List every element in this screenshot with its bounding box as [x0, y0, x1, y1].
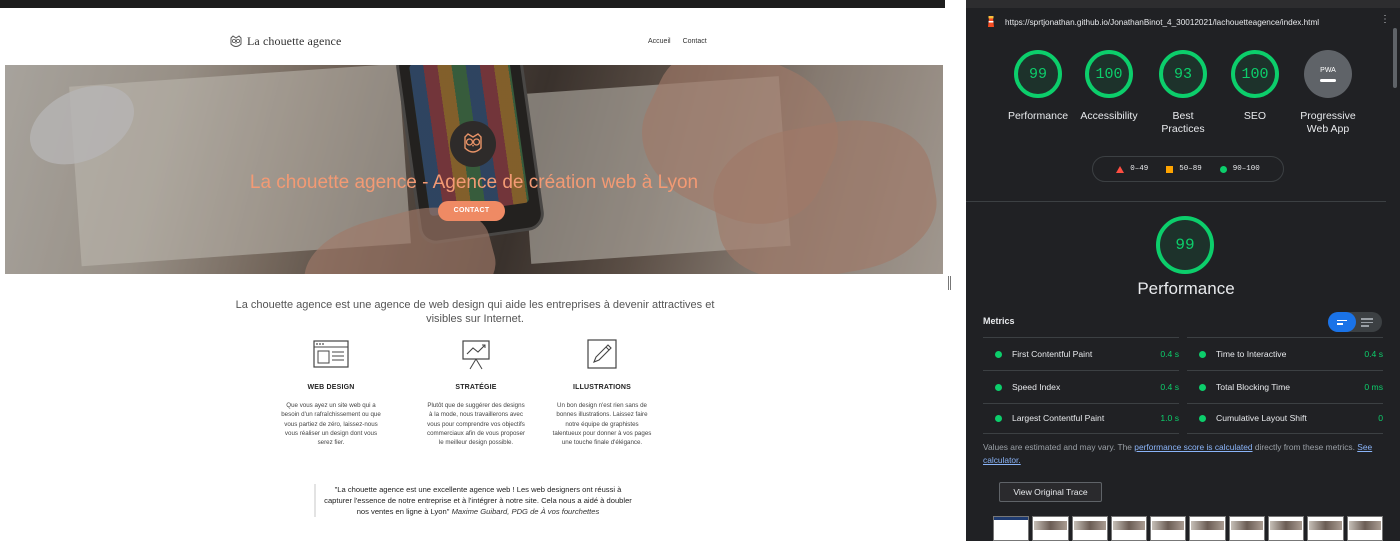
resize-handle[interactable]: [948, 276, 951, 290]
testimonial-author: Maxime Guibard, PDG de À vos fourchettes: [451, 507, 600, 516]
list-view-icon[interactable]: [1328, 312, 1356, 332]
pass-circle-icon: [1199, 350, 1206, 358]
nav-contact-link[interactable]: Contact: [683, 38, 707, 45]
hero-title: La chouette agence - Agence de création …: [249, 172, 699, 193]
owl-icon: [464, 133, 482, 153]
legend-fail: 0–49: [1116, 165, 1148, 173]
metric-separator: [983, 337, 1179, 338]
pass-circle-icon: [995, 414, 1002, 422]
score-ring: 99: [1014, 50, 1062, 98]
metric-separator: [983, 433, 1179, 434]
testimonial: "La chouette agence est une excellente a…: [314, 484, 634, 517]
metric-separator: [1187, 433, 1383, 434]
lighthouse-panel: https://sprtjonathan.github.io/JonathanB…: [966, 0, 1400, 541]
filmstrip-frame: [1346, 516, 1383, 541]
metric-lcp: Largest Contentful Paint 1.0 s: [983, 405, 1179, 431]
panel-resize-divider[interactable]: [945, 0, 966, 541]
filmstrip-frame: [1071, 516, 1108, 541]
filmstrip-frame: [1150, 516, 1187, 541]
filmstrip-frame: [1307, 516, 1344, 541]
section-divider: [966, 201, 1386, 202]
pwa-dash-icon: [1320, 78, 1336, 82]
hero-owl-badge: [450, 121, 496, 167]
metric-separator: [1187, 370, 1383, 371]
pass-circle-icon: [1219, 165, 1227, 173]
service-strategy: STRATÉGIE Plutôt que de suggérer des des…: [426, 338, 526, 447]
report-url[interactable]: https://sprtjonathan.github.io/JonathanB…: [1005, 18, 1319, 27]
service-description: Que vous ayez un site web qui a besoin d…: [281, 402, 381, 447]
score-ring: 93: [1159, 50, 1207, 98]
screenshot-filmstrip: [993, 516, 1383, 541]
gauge-label: Progressive Web App: [1300, 110, 1356, 135]
pass-circle-icon: [995, 383, 1002, 391]
average-square-icon: [1166, 165, 1174, 173]
gauge-label: Best Practices: [1161, 110, 1205, 135]
metric-fcp: First Contentful Paint 0.4 s: [983, 341, 1179, 367]
metrics-view-toggle[interactable]: [1328, 312, 1382, 332]
browser-top-strip: [0, 0, 945, 8]
metric-cls: Cumulative Layout Shift 0: [1187, 405, 1383, 431]
strategy-icon: [462, 340, 490, 370]
pass-circle-icon: [1199, 383, 1206, 391]
illustration-icon: [587, 339, 617, 369]
metric-tti: Time to Interactive 0.4 s: [1187, 341, 1383, 367]
score-scale-legend: 0–49 50–89 90–100: [1092, 156, 1284, 182]
detail-view-icon[interactable]: [1361, 318, 1373, 327]
lighthouse-top-strip: [966, 0, 1400, 8]
metrics-heading: Metrics: [983, 316, 1015, 326]
filmstrip-frame: [1268, 516, 1305, 541]
performance-score-gauge: 99: [1156, 216, 1214, 274]
metric-speed-index: Speed Index 0.4 s: [983, 374, 1179, 400]
hero-banner: La chouette agence - Agence de création …: [5, 65, 943, 274]
metric-separator: [983, 370, 1179, 371]
score-ring: 100: [1085, 50, 1133, 98]
logo-text: La chouette agence: [247, 34, 342, 48]
main-nav: Accueil Contact: [648, 38, 707, 45]
web-design-icon: [313, 340, 349, 368]
metric-tbt: Total Blocking Time 0 ms: [1187, 374, 1383, 400]
report-url-bar: https://sprtjonathan.github.io/JonathanB…: [986, 12, 1319, 32]
metric-separator: [983, 403, 1179, 404]
score-ring: 100: [1231, 50, 1279, 98]
legend-pass: 90–100: [1219, 165, 1260, 173]
filmstrip-frame: [993, 516, 1030, 541]
filmstrip-frame: [1189, 516, 1226, 541]
service-title: ILLUSTRATIONS: [572, 384, 632, 391]
service-description: Plutôt que de suggérer des designs à la …: [426, 402, 525, 447]
services-section: WEB DESIGN Que vous ayez un site web qui…: [281, 338, 671, 478]
website-viewport: La chouette agence Accueil Contact La ch…: [5, 8, 943, 541]
pwa-badge: PWA: [1304, 50, 1352, 98]
fail-triangle-icon: [1116, 165, 1125, 173]
more-vertical-icon[interactable]: ⋮: [1380, 14, 1390, 25]
metrics-disclaimer: Values are estimated and may vary. The p…: [983, 442, 1373, 465]
gauge-pwa[interactable]: PWA Progressive Web App: [1284, 50, 1372, 136]
metric-separator: [1187, 403, 1383, 404]
service-description: Un bon design n'est rien sans de bonnes …: [552, 402, 652, 447]
service-title: STRATÉGIE: [455, 384, 497, 391]
nav-home-link[interactable]: Accueil: [648, 38, 671, 45]
intro-text: La chouette agence est une agence de web…: [235, 299, 715, 325]
scrollbar[interactable]: [1393, 28, 1397, 88]
filmstrip-frame: [1228, 516, 1266, 541]
service-web-design: WEB DESIGN Que vous ayez un site web qui…: [281, 338, 381, 447]
site-logo[interactable]: La chouette agence: [229, 34, 341, 49]
metric-separator: [1187, 337, 1383, 338]
category-gauges: 99 Performance 100 Accessibility 93 Best…: [966, 50, 1386, 140]
view-original-trace-button[interactable]: View Original Trace: [999, 482, 1102, 502]
service-title: WEB DESIGN: [307, 384, 355, 391]
score-calculation-link[interactable]: performance score is calculated: [1134, 442, 1252, 452]
filmstrip-frame: [1032, 516, 1069, 541]
pass-circle-icon: [995, 350, 1002, 358]
performance-title: Performance: [1137, 279, 1235, 298]
filmstrip-frame: [1110, 516, 1148, 541]
hero-overlay: [5, 65, 943, 274]
site-header: La chouette agence Accueil Contact: [5, 8, 943, 65]
pass-circle-icon: [1199, 414, 1206, 422]
service-illustrations: ILLUSTRATIONS Un bon design n'est rien s…: [552, 338, 652, 447]
pwa-badge-text: PWA: [1320, 66, 1336, 74]
lighthouse-icon: [988, 16, 994, 27]
hero-contact-button[interactable]: CONTACT: [438, 201, 505, 221]
legend-average: 50–89: [1166, 165, 1202, 173]
owl-logo-icon: [230, 34, 242, 47]
